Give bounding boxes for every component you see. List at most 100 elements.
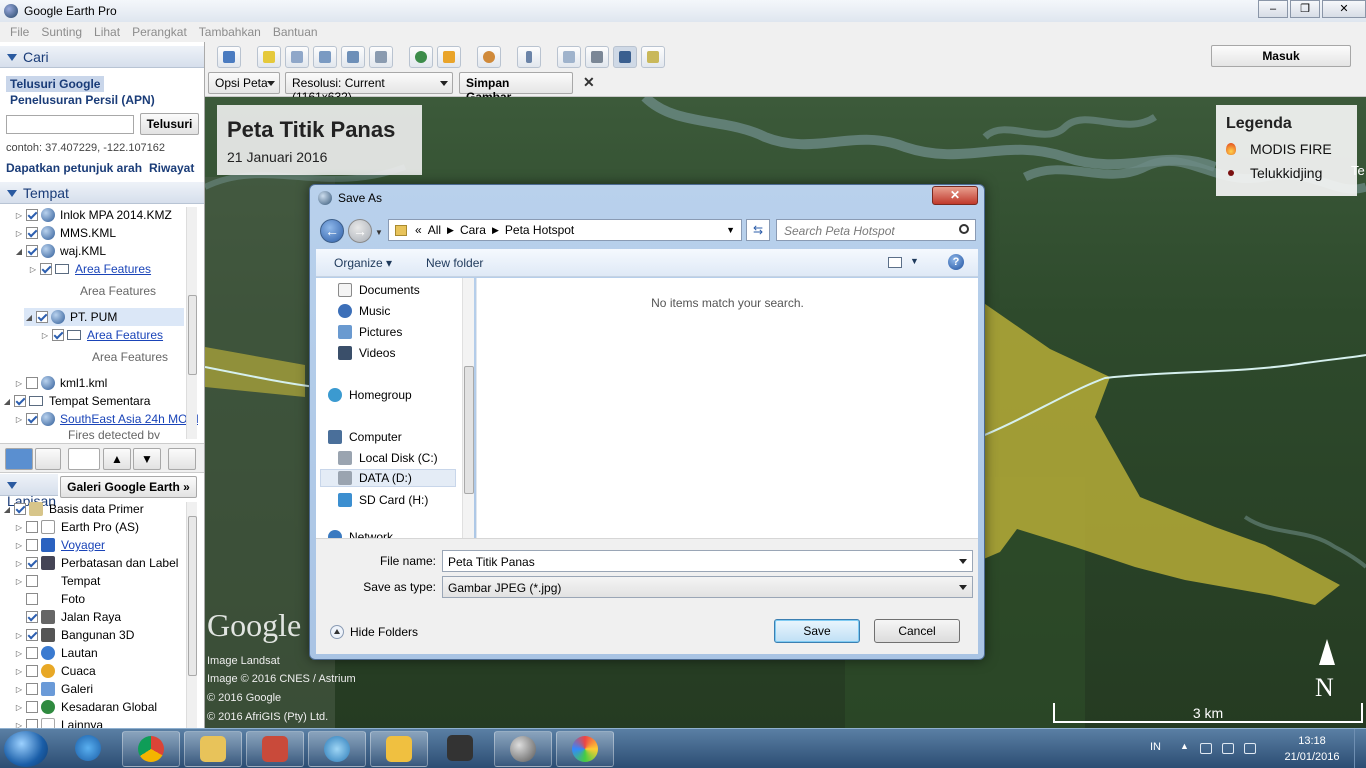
change-view-icon[interactable] (888, 257, 902, 268)
start-button[interactable] (4, 731, 48, 767)
sign-in-button[interactable]: Masuk (1211, 45, 1351, 67)
layers-scrollbar[interactable] (186, 502, 197, 728)
layer-item[interactable]: ▷ Voyager (14, 536, 105, 554)
checkbox[interactable] (26, 575, 38, 587)
dialog-close-button[interactable]: ✕ (932, 186, 978, 205)
back-button[interactable]: ← (320, 219, 344, 243)
layer-item[interactable]: ▷ Kesadaran Global (14, 698, 157, 716)
cancel-button[interactable]: Cancel (874, 619, 960, 643)
add-path-button[interactable] (313, 46, 337, 68)
checkbox[interactable] (40, 263, 52, 275)
maximize-button[interactable]: ❐ (1290, 0, 1320, 18)
taskbar-explorer[interactable] (184, 731, 242, 767)
taskbar-ie[interactable] (60, 731, 118, 767)
checkbox[interactable] (26, 413, 38, 425)
filename-input[interactable]: Peta Titik Panas (442, 550, 973, 572)
earth-gallery-button[interactable]: Galeri Google Earth » (60, 476, 197, 498)
nav-network[interactable]: Network (328, 528, 393, 538)
path-separator-icon[interactable]: ▶ (447, 225, 454, 236)
dialog-search-input[interactable]: Search Peta Hotspot (776, 219, 976, 241)
show-hidden-icons[interactable]: ▲ (1180, 741, 1189, 751)
taskbar-chrome[interactable] (122, 731, 180, 767)
checkbox[interactable] (26, 611, 38, 623)
record-tour-button[interactable] (369, 46, 393, 68)
language-indicator[interactable]: IN (1150, 741, 1161, 753)
checkbox[interactable] (26, 539, 38, 551)
new-folder-button[interactable]: New folder (426, 256, 483, 270)
checkbox[interactable] (26, 629, 38, 641)
places-scrollbar[interactable] (186, 207, 197, 439)
places-section-header[interactable]: Tempat (0, 182, 204, 204)
taskbar-paint[interactable] (556, 731, 614, 767)
scrollbar-thumb[interactable] (188, 295, 197, 375)
network-tray-icon[interactable] (1200, 743, 1212, 754)
places-filter-input[interactable] (68, 448, 100, 470)
path-segment-all[interactable]: All (428, 223, 441, 237)
search-section-header[interactable]: Cari (0, 46, 204, 68)
layer-item[interactable]: ▷ Cuaca (14, 662, 96, 680)
forward-button[interactable]: → (348, 219, 372, 243)
address-dropdown-icon[interactable]: ▼ (726, 225, 735, 235)
tree-item[interactable]: ▷ MMS.KML (14, 224, 116, 242)
search-places-button[interactable] (5, 448, 33, 470)
scrollbar-thumb[interactable] (464, 366, 474, 494)
savetype-select[interactable]: Gambar JPEG (*.jpg) (442, 576, 973, 598)
layer-link[interactable]: Voyager (61, 538, 105, 552)
scrollbar-thumb[interactable] (188, 516, 197, 676)
checkbox[interactable] (26, 227, 38, 239)
minimize-button[interactable]: – (1258, 0, 1288, 18)
checkbox[interactable] (26, 557, 38, 569)
checkbox[interactable] (26, 245, 38, 257)
layer-item[interactable]: Foto (14, 590, 85, 608)
file-list[interactable]: No items match your search. (476, 278, 978, 538)
menu-perangkat[interactable]: Perangkat (132, 25, 187, 39)
tab-parcel-search[interactable]: Penelusuran Persil (APN) (10, 93, 155, 107)
save-button[interactable]: Save (774, 619, 860, 643)
map-options-dropdown[interactable]: Opsi Peta (208, 72, 280, 94)
tab-google-search[interactable]: Telusuri Google (6, 76, 105, 92)
path-segment-peta-hotspot[interactable]: Peta Hotspot (505, 223, 574, 237)
ruler-button[interactable] (517, 46, 541, 68)
checkbox[interactable] (26, 701, 38, 713)
battery-tray-icon[interactable] (1222, 743, 1234, 754)
layer-item[interactable]: Jalan Raya (14, 608, 121, 626)
menu-tambahkan[interactable]: Tambahkan (199, 25, 261, 39)
search-button[interactable]: Telusuri (140, 113, 199, 135)
layer-item[interactable]: ◢ Basis data Primer (2, 500, 144, 518)
menu-file[interactable]: File (10, 25, 29, 39)
sidebar-toggle-button[interactable] (217, 46, 241, 68)
hide-folders-button[interactable]: Hide Folders (330, 625, 418, 639)
nav-local-disk-c[interactable]: Local Disk (C:) (338, 449, 438, 467)
close-window-button[interactable]: ✕ (1322, 0, 1366, 18)
layers-section-header[interactable]: Lapisan (0, 474, 58, 509)
layer-item[interactable]: ▷ Galeri (14, 680, 93, 698)
layer-item[interactable]: ▷ Perbatasan dan Label (14, 554, 178, 572)
path-segment-cara[interactable]: Cara (460, 223, 486, 237)
address-bar[interactable]: « All ▶ Cara ▶ Peta Hotspot ▼ (388, 219, 742, 241)
tree-item[interactable]: ◢ waj.KML (14, 242, 106, 260)
save-image-button[interactable]: Simpan Gambar... (459, 72, 573, 104)
close-map-options-icon[interactable]: ✕ (583, 74, 595, 91)
tree-item[interactable]: ▷ Area Features (40, 326, 163, 344)
checkbox[interactable] (26, 209, 38, 221)
refresh-button[interactable]: ⇆ (746, 219, 770, 241)
history-link[interactable]: Riwayat (149, 161, 194, 175)
volume-tray-icon[interactable] (1244, 743, 1256, 754)
taskbar-outlook[interactable] (370, 731, 428, 767)
layer-item[interactable]: ▷ Bangunan 3D (14, 626, 134, 644)
move-down-button[interactable]: ▼ (133, 448, 161, 470)
taskbar-magnifier[interactable] (308, 731, 366, 767)
nav-pictures[interactable]: Pictures (338, 323, 402, 341)
folder-menu-button[interactable] (168, 448, 196, 470)
tree-item-link[interactable]: Area Features (87, 328, 163, 342)
checkbox[interactable] (14, 503, 26, 515)
taskbar-app[interactable] (246, 731, 304, 767)
toggle-view-button[interactable] (35, 448, 61, 470)
nav-data-d[interactable]: DATA (D:) (320, 469, 456, 487)
save-image-toggle-button[interactable] (613, 46, 637, 68)
checkbox[interactable] (52, 329, 64, 341)
checkbox[interactable] (26, 377, 38, 389)
historical-imagery-button[interactable] (409, 46, 433, 68)
tree-item[interactable]: ▷ kml1.kml (14, 374, 107, 392)
help-button[interactable]: ? (948, 254, 964, 270)
